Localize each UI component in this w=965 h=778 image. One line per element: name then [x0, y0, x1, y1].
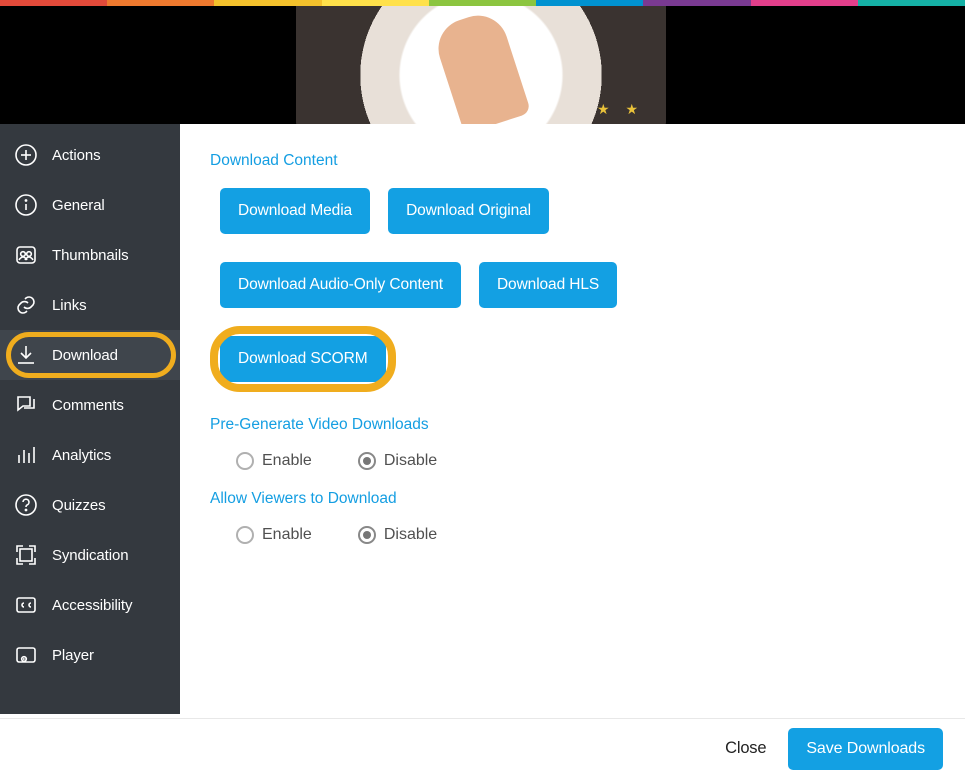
video-preview-area: [0, 6, 965, 124]
sidebar-item-label: Thumbnails: [52, 247, 129, 264]
sidebar-item-syndication[interactable]: Syndication: [0, 530, 180, 580]
sidebar-item-label: Actions: [52, 147, 101, 164]
sidebar-item-label: Analytics: [52, 447, 111, 464]
sidebar-item-label: Quizzes: [52, 497, 106, 514]
allow-viewers-title: Allow Viewers to Download: [210, 490, 935, 508]
close-button[interactable]: Close: [725, 739, 766, 758]
sidebar-item-thumbnails[interactable]: Thumbnails: [0, 230, 180, 280]
player-icon: [14, 643, 38, 667]
sidebar-item-label: Player: [52, 647, 94, 664]
sidebar: Actions General Thumbnails Links Download Com…: [0, 124, 180, 714]
download-original-button[interactable]: Download Original: [388, 188, 549, 234]
download-button-group: Download Media Download Original Download …: [220, 188, 935, 382]
analytics-icon: [14, 443, 38, 467]
radio-label: Disable: [384, 526, 437, 544]
download-media-button[interactable]: Download Media: [220, 188, 370, 234]
main-scroll[interactable]: ✕ ActionsGeneralThumbnailsLinksDownloadC…: [0, 0, 965, 718]
sidebar-item-label: General: [52, 197, 105, 214]
sidebar-item-label: Comments: [52, 397, 124, 414]
download-content-title: Download Content: [210, 152, 935, 170]
footer-bar: Close Save Downloads: [0, 718, 965, 778]
sidebar-item-label: Download: [52, 347, 118, 364]
info-circle-icon: [14, 193, 38, 217]
sidebar-item-label: Links: [52, 297, 87, 314]
download-icon: [14, 343, 38, 367]
allow-viewers-radios: Enable Disable: [236, 526, 935, 544]
link-icon: [14, 293, 38, 317]
sidebar-item-analytics[interactable]: Analytics: [0, 430, 180, 480]
radio-label: Enable: [262, 526, 312, 544]
sidebar-item-links[interactable]: Links: [0, 280, 180, 330]
plus-circle-icon: [14, 143, 38, 167]
save-downloads-button[interactable]: Save Downloads: [788, 728, 943, 770]
pre-generate-disable[interactable]: Disable: [358, 452, 437, 470]
allow-viewers-disable[interactable]: Disable: [358, 526, 437, 544]
sidebar-item-general[interactable]: General: [0, 180, 180, 230]
cc-icon: [14, 593, 38, 617]
video-thumbnail[interactable]: [296, 6, 666, 124]
pre-generate-title: Pre-Generate Video Downloads: [210, 416, 935, 434]
comments-icon: [14, 393, 38, 417]
sidebar-item-actions[interactable]: Actions: [0, 130, 180, 180]
people-icon: [14, 243, 38, 267]
syndication-icon: [14, 543, 38, 567]
download-hls-button[interactable]: Download HLS: [479, 262, 617, 308]
pre-generate-enable[interactable]: Enable: [236, 452, 312, 470]
quiz-icon: [14, 493, 38, 517]
sidebar-item-quizzes[interactable]: Quizzes: [0, 480, 180, 530]
sidebar-item-label: Syndication: [52, 547, 128, 564]
pre-generate-radios: Enable Disable: [236, 452, 935, 470]
sidebar-item-label: Accessibility: [52, 597, 132, 614]
allow-viewers-enable[interactable]: Enable: [236, 526, 312, 544]
download-scorm-button[interactable]: Download SCORM: [220, 336, 386, 382]
sidebar-item-download[interactable]: Download: [0, 330, 180, 380]
download-audio-only-content-button[interactable]: Download Audio-Only Content: [220, 262, 461, 308]
sidebar-item-player[interactable]: Player: [0, 630, 180, 680]
sidebar-item-comments[interactable]: Comments: [0, 380, 180, 430]
main-panel: Download Content Download MediaDownload …: [180, 124, 965, 714]
radio-label: Enable: [262, 452, 312, 470]
sidebar-item-accessibility[interactable]: Accessibility: [0, 580, 180, 630]
radio-label: Disable: [384, 452, 437, 470]
